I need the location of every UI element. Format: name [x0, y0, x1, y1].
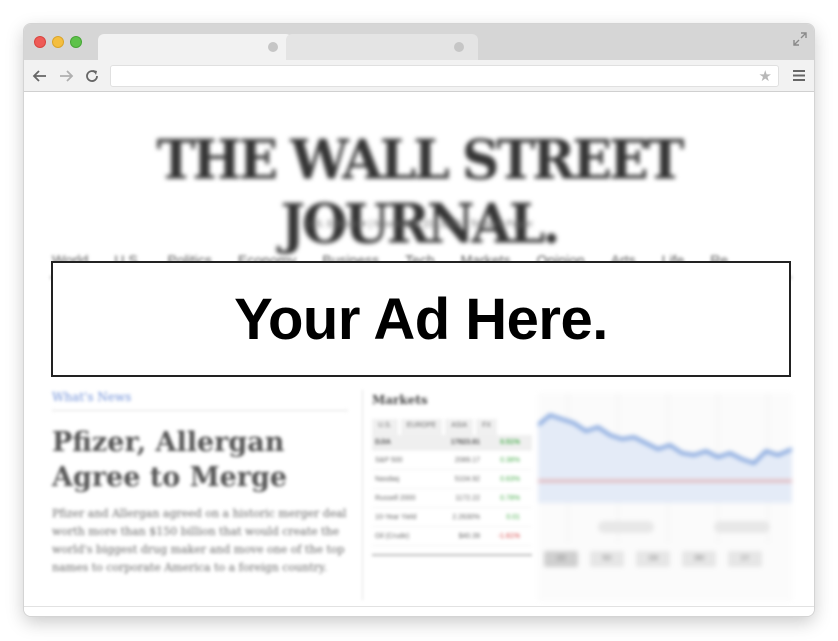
page-bottom-divider: [24, 606, 814, 607]
market-name: S&P 500: [375, 456, 403, 464]
chart-label: [598, 521, 654, 533]
chart-range-1y[interactable]: 1Y: [728, 551, 762, 567]
market-row[interactable]: S&P 500 2089.17 0.38%: [372, 451, 532, 470]
market-row[interactable]: Russell 2000 1172.22 0.78%: [372, 489, 532, 508]
markets-tab-fx[interactable]: FX: [476, 419, 498, 435]
browser-window: ★ THE WALL STREET JOURNAL. U.S. Edition …: [24, 24, 814, 616]
ad-text: Your Ad Here.: [234, 286, 608, 352]
markets-divider: [372, 554, 532, 556]
url-input[interactable]: [111, 66, 778, 86]
market-row[interactable]: Nasdaq 5104.92 0.63%: [372, 470, 532, 489]
market-row[interactable]: 10-Year Yield 2.2630% 0.01: [372, 508, 532, 527]
chart-range-1d[interactable]: 1D: [544, 551, 578, 567]
lead-summary: Pfizer and Allergan agreed on a historic…: [52, 507, 347, 574]
market-name: Russell 2000: [375, 494, 416, 502]
browser-titlebar: [24, 24, 814, 60]
expand-icon[interactable]: [793, 32, 807, 46]
back-arrow-icon[interactable]: [32, 68, 48, 84]
tab-close-icon[interactable]: [454, 42, 464, 52]
close-window-button[interactable]: [34, 36, 46, 48]
market-change: 0.38%: [500, 456, 520, 464]
chart-range-5d[interactable]: 5D: [590, 551, 624, 567]
whats-news-column: What's News Pfizer, Allergan Agree to Me…: [52, 390, 352, 577]
market-value: $40.39: [458, 532, 480, 540]
markets-tab-us[interactable]: U.S.: [372, 419, 398, 435]
minimize-window-button[interactable]: [52, 36, 64, 48]
market-name: DJIA: [375, 439, 391, 446]
chart-range-buttons: 1D 5D 1M 3M 1Y: [544, 551, 762, 567]
browser-tab-active[interactable]: [98, 34, 292, 60]
market-value: 1172.22: [455, 494, 480, 502]
edition-subline: U.S. Edition ▾ | November 23, 2015 | Tod…: [305, 219, 533, 230]
market-change: 0.01: [506, 513, 520, 521]
star-icon[interactable]: ★: [759, 67, 772, 87]
markets-header-row[interactable]: DJIA 17823.81 0.51%: [372, 435, 532, 451]
section-label[interactable]: What's News: [52, 390, 352, 404]
ad-banner[interactable]: Your Ad Here.: [51, 261, 791, 377]
web-page: THE WALL STREET JOURNAL. U.S. Edition ▾ …: [24, 93, 814, 616]
section-divider: [52, 410, 348, 411]
reload-icon[interactable]: [84, 68, 100, 84]
browser-tab-inactive[interactable]: [286, 34, 478, 60]
markets-title[interactable]: Markets: [372, 393, 532, 407]
market-value: 2.2630%: [452, 513, 480, 521]
chart-canvas: [538, 393, 792, 543]
browser-toolbar: ★: [24, 60, 814, 92]
market-change: 0.63%: [500, 475, 520, 483]
market-value: 17823.81: [450, 439, 480, 446]
market-change: 0.78%: [500, 494, 520, 502]
market-row[interactable]: Oil (Crude) $40.39 -1.61%: [372, 527, 532, 546]
forward-arrow-icon[interactable]: [58, 68, 74, 84]
market-chart[interactable]: 1D 5D 1M 3M 1Y: [538, 393, 792, 601]
chart-label: [714, 521, 770, 533]
markets-panel: Markets U.S. EUROPE ASIA FX DJIA 17823.8…: [372, 393, 532, 556]
market-value: 2089.17: [454, 456, 480, 464]
menu-icon[interactable]: [792, 69, 806, 82]
maximize-window-button[interactable]: [70, 36, 82, 48]
markets-tab-europe[interactable]: EUROPE: [400, 419, 443, 435]
lead-headline[interactable]: Pfizer, Allergan Agree to Merge: [52, 425, 352, 495]
address-bar[interactable]: ★: [110, 65, 779, 87]
market-name: Nasdaq: [375, 475, 400, 483]
tab-close-icon[interactable]: [268, 42, 278, 52]
market-change: -1.61%: [497, 532, 520, 540]
market-value: 5104.92: [454, 475, 480, 483]
market-name: Oil (Crude): [375, 532, 410, 540]
market-change: 0.51%: [500, 439, 520, 446]
column-divider: [362, 390, 363, 600]
chart-range-1m[interactable]: 1M: [636, 551, 670, 567]
market-name: 10-Year Yield: [375, 513, 417, 521]
markets-tabs: U.S. EUROPE ASIA FX: [372, 419, 532, 435]
site-masthead[interactable]: THE WALL STREET JOURNAL.: [24, 128, 814, 256]
markets-tab-asia[interactable]: ASIA: [445, 419, 474, 435]
chart-range-3m[interactable]: 3M: [682, 551, 716, 567]
